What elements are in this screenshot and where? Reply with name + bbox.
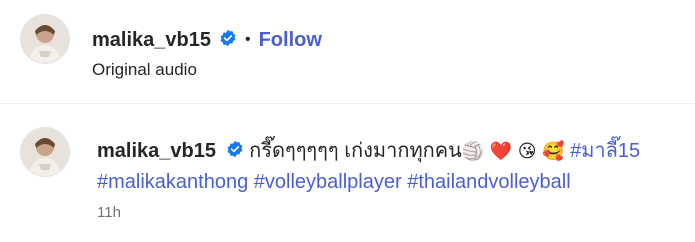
- divider: [0, 103, 695, 104]
- comment-body: malika_vb15 กรี๊ดๆๆๆๆๆ เก่งมากทุกคน🏐 ❤️ …: [97, 136, 677, 197]
- header-top-row: malika_vb15 • Follow: [92, 27, 322, 53]
- smiling-hearts-emoji: 🥰: [542, 141, 565, 161]
- hashtag-link[interactable]: #volleyballplayer: [254, 171, 402, 193]
- comment-username[interactable]: malika_vb15: [97, 140, 216, 162]
- caption-text: กรี๊ดๆๆๆๆๆ เก่งมากทุกคน: [249, 140, 462, 162]
- reel-info-panel: malika_vb15 • Follow Original audio mali…: [0, 0, 695, 242]
- audio-label[interactable]: Original audio: [92, 60, 197, 80]
- post-header: malika_vb15 • Follow Original audio: [0, 0, 695, 103]
- username[interactable]: malika_vb15: [92, 29, 211, 52]
- separator-dot: •: [244, 31, 251, 48]
- verified-badge-icon: [219, 29, 237, 52]
- hashtag-link[interactable]: #thailandvolleyball: [407, 171, 570, 193]
- follow-button[interactable]: Follow: [259, 29, 322, 52]
- volleyball-emoji: 🏐: [461, 141, 485, 161]
- verified-badge-icon: [226, 137, 244, 167]
- kiss-emoji: 😘: [517, 141, 537, 161]
- avatar[interactable]: [20, 127, 70, 177]
- hashtag-link[interactable]: #มาลี๊15: [570, 140, 640, 162]
- hashtag-link[interactable]: #malikakanthong: [97, 171, 248, 193]
- avatar[interactable]: [20, 14, 70, 64]
- timestamp[interactable]: 11h: [97, 204, 121, 221]
- heart-emoji: ❤️: [489, 141, 513, 161]
